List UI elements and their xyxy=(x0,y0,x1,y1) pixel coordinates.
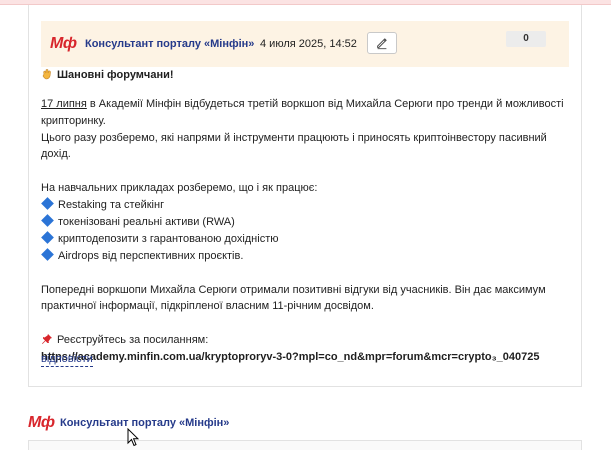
blue-diamond-icon xyxy=(41,247,54,261)
post-author-link[interactable]: Консультант порталу «Мінфін» xyxy=(60,417,229,430)
greeting-text: Шановні форумчани! xyxy=(57,69,174,81)
post-rating-counter[interactable]: 0 xyxy=(506,31,546,47)
next-post-body xyxy=(28,440,582,450)
event-date: 17 липня xyxy=(41,98,87,110)
pencil-icon xyxy=(377,38,387,50)
post-date: 4 июля 2025, 14:52 xyxy=(260,38,357,50)
list-item-text: Airdrops від перспективних проєктів. xyxy=(58,249,244,262)
reply-link[interactable]: відповісти xyxy=(41,353,93,367)
intro-paragraph: 17 липня в Академії Мінфін відбудеться т… xyxy=(41,96,571,130)
post-greeting: Шановні форумчани! xyxy=(41,67,571,84)
register-label: Реєструйтесь за посиланням: xyxy=(41,332,571,349)
forum-post: Мф Консультант порталу «Мінфін» 4 июля 2… xyxy=(28,5,582,387)
edit-button[interactable] xyxy=(367,32,397,54)
minfin-logo: Мф xyxy=(28,414,55,431)
intro-text: в Академії Мінфін відбудеться третій вор… xyxy=(41,98,564,127)
examples-intro: На навчальних прикладах розберемо, що і … xyxy=(41,181,318,194)
pushpin-icon xyxy=(42,333,52,344)
registration-link[interactable]: https://academy.minfin.com.ua/kryptopror… xyxy=(41,349,571,366)
list-item-text: криптодепозити з гарантованою дохідністю xyxy=(58,232,279,245)
intro-paragraph-2: Цього разу розберемо, які напрями й інст… xyxy=(41,131,547,161)
list-item: криптодепозити з гарантованою дохідністю xyxy=(41,230,571,248)
post-body: Шановні форумчани! 17 липня в Академії М… xyxy=(41,67,571,366)
list-item-text: токенізовані реальні активи (RWA) xyxy=(58,215,235,228)
minfin-logo: Мф xyxy=(50,35,77,52)
blue-diamond-icon xyxy=(41,213,54,227)
next-post-header: Мф Консультант порталу «Мінфін» xyxy=(28,413,588,433)
feedback-paragraph: Попередні воркшопи Михайла Серюги отрима… xyxy=(41,283,546,313)
post-header: Мф Консультант порталу «Мінфін» 4 июля 2… xyxy=(41,21,569,67)
waving-hand-icon xyxy=(42,69,51,80)
list-item-text: Restaking та стейкінг xyxy=(58,198,165,211)
list-item: токенізовані реальні активи (RWA) xyxy=(41,213,571,231)
mouse-cursor-icon xyxy=(127,428,139,447)
register-label-text: Реєструйтесь за посиланням: xyxy=(57,333,209,346)
list-item: Restaking та стейкінг xyxy=(41,196,571,214)
post-author-link[interactable]: Консультант порталу «Мінфін» xyxy=(85,38,254,51)
blue-diamond-icon xyxy=(41,230,54,244)
list-item: Airdrops від перспективних проєктів. xyxy=(41,247,571,265)
blue-diamond-icon xyxy=(41,196,54,210)
